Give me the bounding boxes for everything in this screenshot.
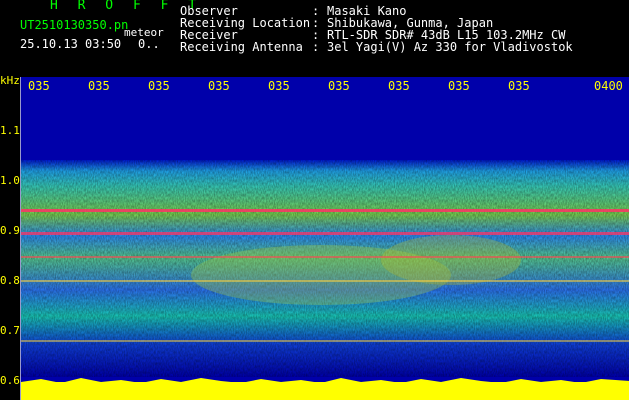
antenna-sep: :	[312, 40, 320, 54]
x-tick: 035	[328, 79, 350, 93]
spectrogram	[20, 77, 629, 400]
x-tick: 0400	[594, 79, 623, 93]
y-tick: 1.1	[0, 124, 20, 137]
y-tick: 0.9	[0, 224, 20, 237]
x-tick: 035	[388, 79, 410, 93]
signal-band	[21, 160, 629, 377]
x-tick: 035	[448, 79, 470, 93]
x-tick: 035	[268, 79, 290, 93]
y-tick: 0.7	[0, 324, 20, 337]
x-tick: 035	[28, 79, 50, 93]
x-tick: 035	[148, 79, 170, 93]
antenna-value: 3el Yagi(V) Az 330 for Vladivostok	[327, 40, 573, 54]
noise-floor	[21, 378, 629, 400]
x-tick: 035	[508, 79, 530, 93]
count-label: 0..	[138, 37, 160, 51]
y-tick: 0.8	[0, 274, 20, 287]
x-tick: 035	[88, 79, 110, 93]
file-name: UT2510130350.pn	[20, 18, 129, 32]
antenna-label: Receiving Antenna	[180, 40, 303, 54]
timestamp: 25.10.13 03:50	[20, 37, 122, 51]
x-tick: 035	[208, 79, 230, 93]
y-tick: 1.0	[0, 174, 20, 187]
y-tick: 0.6	[0, 374, 20, 387]
y-unit-label: kHz	[0, 74, 20, 87]
